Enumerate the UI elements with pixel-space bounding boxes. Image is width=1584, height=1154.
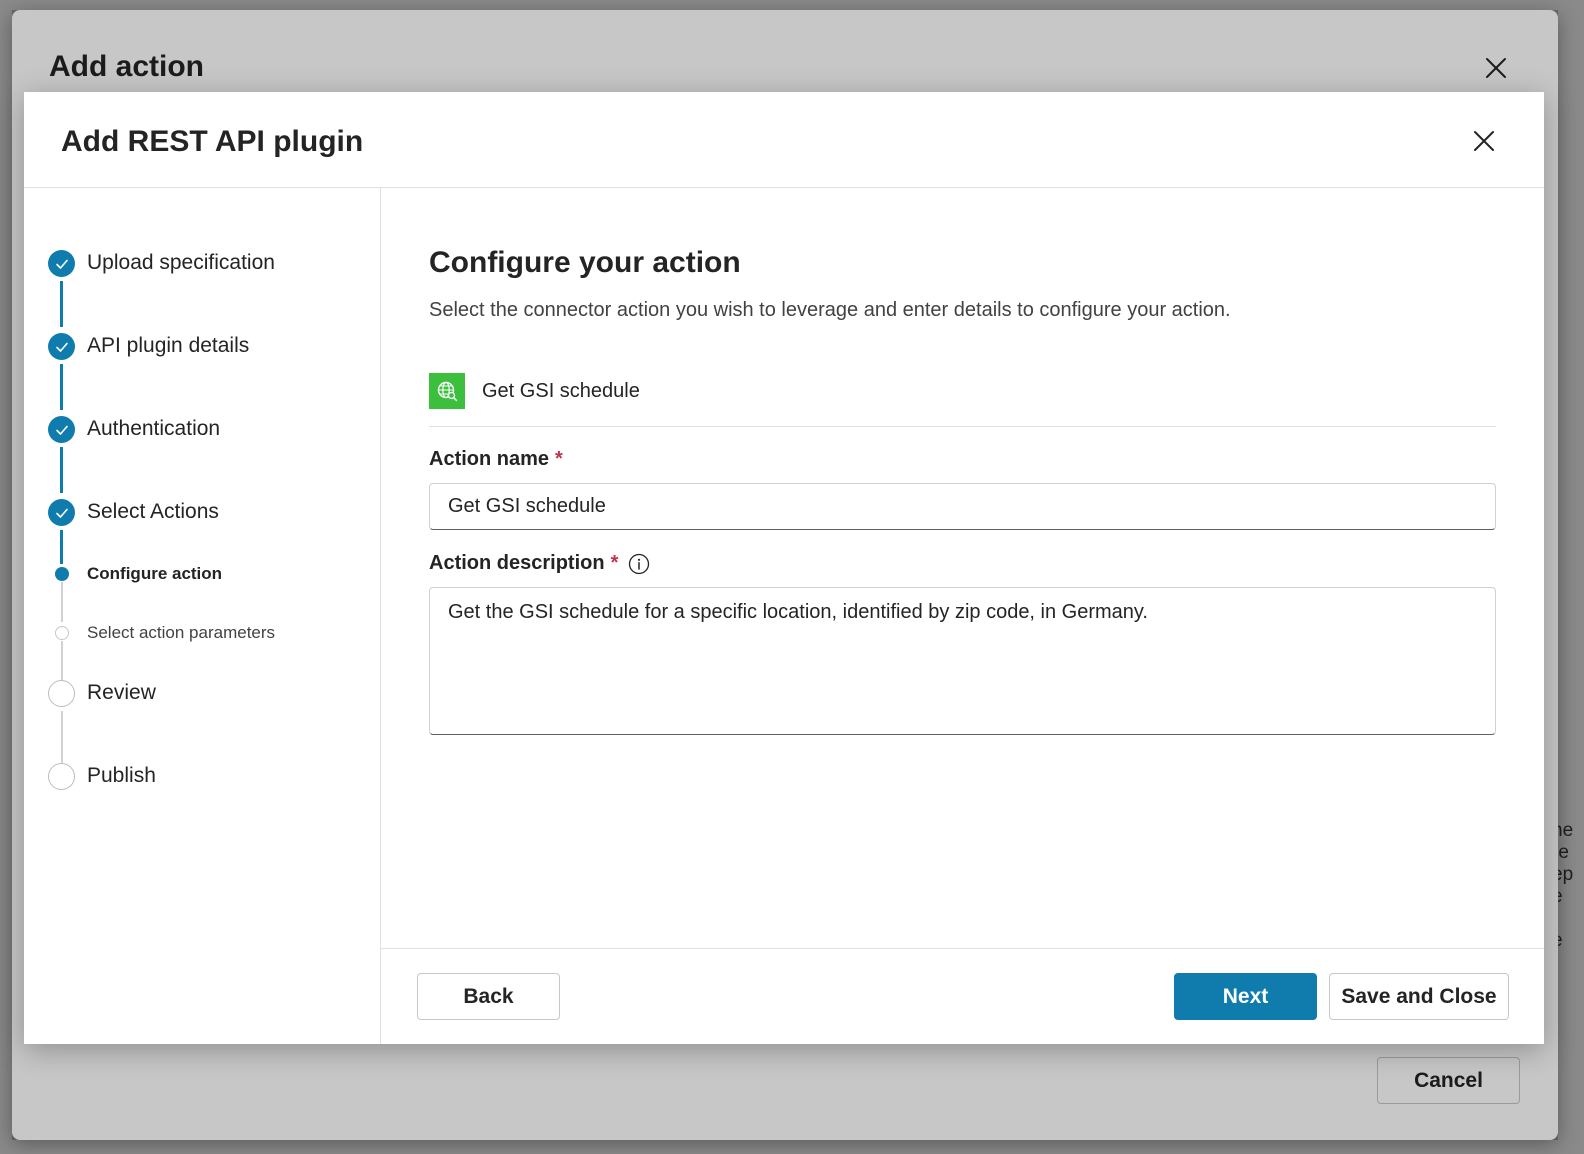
- step-complete-indicator: [48, 416, 75, 443]
- step-connector: [60, 281, 63, 327]
- step-upload-specification[interactable]: Upload specification: [24, 242, 381, 286]
- checkmark-icon: [55, 342, 68, 352]
- step-label: Select Actions: [87, 500, 219, 523]
- checkmark-icon: [55, 425, 68, 435]
- selected-connector-action: Get GSI schedule: [429, 373, 1496, 427]
- step-label: Publish: [87, 764, 156, 787]
- connector-action-name: Get GSI schedule: [482, 380, 640, 402]
- step-select-action-parameters[interactable]: Select action parameters: [24, 612, 381, 656]
- action-description-textarea[interactable]: Get the GSI schedule for a specific loca…: [429, 587, 1496, 735]
- required-indicator: *: [610, 552, 619, 574]
- dialog-footer: Back Next Save and Close: [381, 948, 1544, 1044]
- step-label: API plugin details: [87, 334, 250, 357]
- field-label-text: Action name: [429, 448, 550, 470]
- step-api-plugin-details[interactable]: API plugin details: [24, 325, 381, 369]
- step-complete-indicator: [48, 333, 75, 360]
- save-and-close-button[interactable]: Save and Close: [1329, 973, 1509, 1020]
- step-connector: [60, 447, 63, 493]
- action-description-label: Action description *: [429, 552, 650, 575]
- next-button[interactable]: Next: [1174, 973, 1317, 1020]
- section-description: Select the connector action you wish to …: [429, 299, 1231, 321]
- step-review[interactable]: Review: [24, 672, 381, 716]
- info-icon[interactable]: [628, 553, 650, 575]
- step-connector: [60, 364, 63, 410]
- required-indicator: *: [555, 448, 563, 470]
- section-title: Configure your action: [429, 246, 741, 279]
- back-button[interactable]: Back: [417, 973, 560, 1020]
- step-label: Upload specification: [87, 251, 275, 274]
- step-select-actions[interactable]: Select Actions: [24, 491, 381, 535]
- globe-search-icon: [429, 373, 465, 409]
- step-current-indicator: [55, 567, 69, 581]
- step-configure-action[interactable]: Configure action: [24, 552, 381, 596]
- step-complete-indicator: [48, 499, 75, 526]
- configure-action-panel: Configure your action Select the connect…: [381, 188, 1544, 948]
- step-label: Select action parameters: [87, 623, 276, 642]
- step-complete-indicator: [48, 250, 75, 277]
- step-publish[interactable]: Publish: [24, 755, 381, 799]
- close-icon: [1474, 131, 1494, 151]
- dialog-close-button[interactable]: [1467, 124, 1501, 158]
- checkmark-icon: [55, 508, 68, 518]
- step-pending-indicator: [48, 763, 75, 790]
- action-name-label: Action name *: [429, 448, 563, 471]
- step-label: Authentication: [87, 417, 221, 440]
- step-label: Configure action: [87, 564, 223, 583]
- step-label: Review: [87, 681, 156, 704]
- step-pending-indicator: [48, 680, 75, 707]
- step-authentication[interactable]: Authentication: [24, 408, 381, 452]
- action-name-input[interactable]: [429, 483, 1496, 530]
- dialog-title: Add REST API plugin: [61, 125, 364, 158]
- dialog-header: Add REST API plugin: [24, 92, 1544, 188]
- step-pending-indicator: [55, 626, 69, 640]
- wizard-steps: Upload specification API plugin details …: [24, 188, 381, 1044]
- add-rest-api-plugin-dialog: Add REST API plugin Upload specification…: [24, 92, 1544, 1044]
- checkmark-icon: [55, 259, 68, 269]
- field-label-text: Action description: [429, 552, 605, 574]
